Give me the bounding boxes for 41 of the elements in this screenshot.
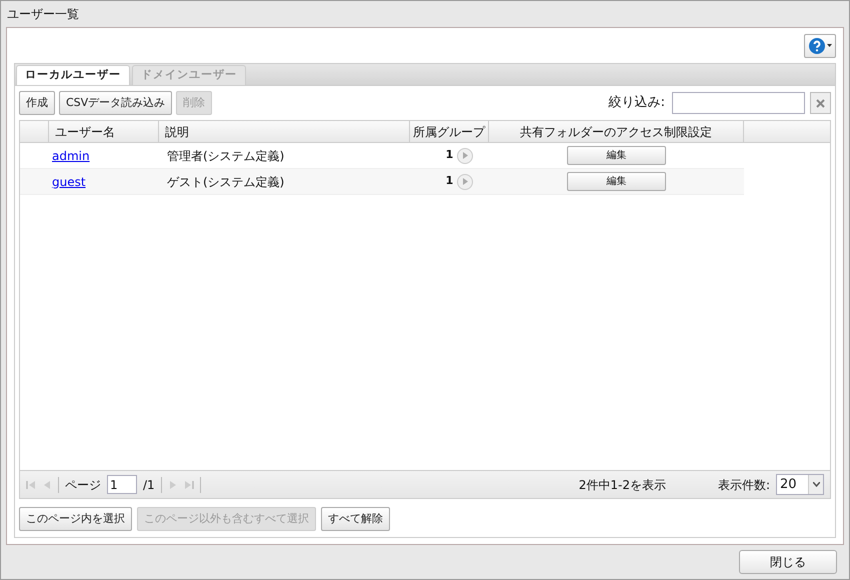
toolbar-button[interactable]: CSVデータ読み込み	[59, 91, 172, 115]
tab[interactable]: ローカルユーザー	[16, 65, 130, 85]
table-cell: ゲスト(システム定義)	[167, 174, 284, 188]
column-header[interactable]: 説明	[165, 122, 189, 140]
column-header[interactable]: 共有フォルダーのアクセス制限設定	[520, 122, 712, 140]
group-count: 1	[446, 173, 454, 190]
selection-button[interactable]: すべて解除	[321, 507, 390, 531]
page-size-label: 表示件数:	[718, 476, 770, 494]
column-header[interactable]: ユーザー名	[55, 122, 115, 140]
edit-button[interactable]: 編集	[567, 146, 666, 165]
play-icon	[462, 152, 468, 159]
chevron-icon	[812, 482, 820, 487]
table-cell: 管理者(システム定義)	[167, 148, 284, 162]
edit-button[interactable]: 編集	[567, 172, 666, 191]
expand-button[interactable]	[457, 174, 474, 190]
play-icon	[462, 178, 468, 185]
column-header[interactable]: 所属グループ	[413, 122, 485, 140]
selection-button[interactable]: このページ内を選択	[19, 507, 132, 531]
caret-icon	[826, 44, 832, 47]
filter-label: 絞り込み:	[608, 94, 665, 112]
page-size-select[interactable]: 20	[776, 474, 824, 495]
first-page-icon[interactable]	[26, 480, 36, 490]
user-link[interactable]: admin	[52, 148, 90, 162]
filter-field[interactable]	[672, 92, 805, 114]
close-icon	[816, 98, 825, 108]
user-link[interactable]: guest	[52, 174, 86, 188]
help-button[interactable]	[804, 34, 836, 58]
expand-button[interactable]	[457, 148, 474, 164]
group-count: 1	[446, 147, 454, 164]
page-total: /1	[143, 476, 155, 494]
close-button[interactable]: 閉じる	[739, 550, 837, 574]
toolbar-button[interactable]: 作成	[19, 91, 55, 115]
page-field[interactable]: 1	[107, 475, 137, 494]
next-page-icon[interactable]	[168, 480, 178, 490]
help-icon	[808, 38, 824, 54]
page-label: ページ	[65, 476, 101, 494]
clear-button[interactable]	[810, 92, 831, 114]
last-page-icon[interactable]	[184, 480, 194, 490]
result-summary: 2件中1-2を表示	[578, 476, 666, 494]
window-title: ユーザー一覧	[6, 6, 80, 23]
previous-page-icon[interactable]	[42, 480, 52, 490]
